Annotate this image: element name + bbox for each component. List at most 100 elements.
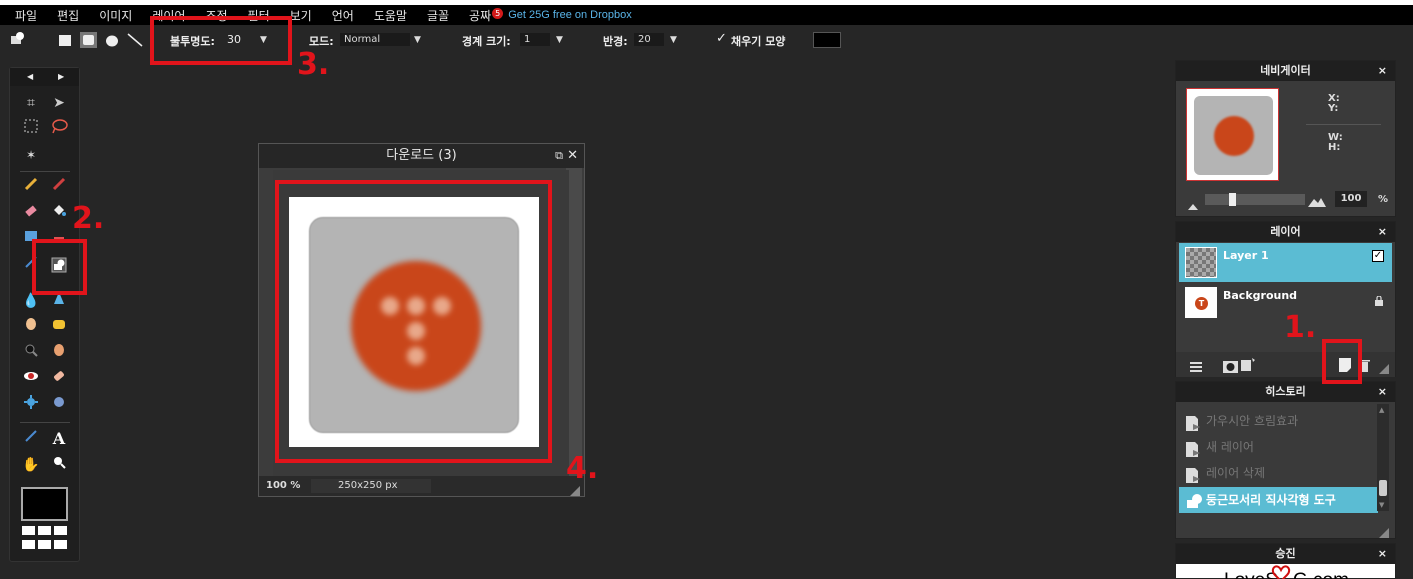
zoom-slider[interactable] (1205, 193, 1305, 206)
history-scroll-thumb[interactable] (1379, 480, 1387, 496)
layer-properties-icon[interactable] (1190, 358, 1202, 377)
fill-shape-label: 채우기 모양 (731, 35, 786, 48)
pencil-tool-icon[interactable] (20, 176, 42, 198)
history-item[interactable]: 레이어 삭제 (1176, 460, 1379, 486)
navigator-title: 네비게이터 (1260, 64, 1311, 77)
radius-input[interactable]: 20 (634, 32, 664, 46)
radius-value: 20 (634, 33, 664, 46)
promotion-title: 승진 (1275, 547, 1296, 560)
crop-tool-icon[interactable]: ⌗ (20, 92, 42, 114)
lasso-tool-icon[interactable] (48, 118, 70, 140)
history-item-selected[interactable]: 둥근모서리 직사각형 도구 (1179, 487, 1378, 513)
zoom-slider-thumb[interactable] (1229, 193, 1236, 206)
border-size-input[interactable]: 1 (520, 32, 550, 46)
menu-help[interactable]: 도움말 (374, 7, 407, 24)
eraser-tool-icon[interactable] (20, 202, 42, 224)
highlight-box-3 (150, 16, 292, 65)
toolbox-panel: ◀ ▶ ⌗ ➤ ✶ 💧 A ✋ (9, 67, 80, 562)
border-size-value: 1 (520, 33, 550, 46)
layer-mask-icon[interactable] (1223, 358, 1238, 377)
history-close-icon[interactable]: × (1378, 382, 1387, 402)
background-layer-name: Background (1223, 289, 1298, 302)
image-window-title: 다운로드 (3) (386, 148, 457, 163)
shape-square-icon[interactable] (59, 35, 73, 50)
history-resize-grip-icon[interactable] (1379, 523, 1389, 542)
dodge-tool-icon[interactable] (20, 342, 42, 364)
shape-ellipse-icon[interactable] (105, 35, 119, 50)
marquee-tool-icon[interactable] (20, 118, 42, 140)
menu-fonts[interactable]: 글꼴 (427, 7, 449, 24)
hand-tool-icon[interactable]: ✋ (20, 454, 42, 476)
magic-wand-tool-icon[interactable]: ✶ (20, 144, 42, 166)
radius-label: 반경: (603, 35, 628, 48)
menu-view[interactable]: 보기 (290, 7, 312, 24)
layer1-visibility-checkbox[interactable]: ✓ (1372, 250, 1384, 262)
scroll-up-icon[interactable]: ▲ (1379, 406, 1384, 414)
mode-select[interactable]: Normal (340, 32, 410, 46)
scroll-down-icon[interactable]: ▼ (1379, 501, 1384, 509)
background-thumb-logo: T (1195, 297, 1208, 310)
smudge-tool-icon[interactable] (20, 316, 42, 338)
mode-dropdown-icon[interactable]: ▼ (414, 35, 421, 45)
text-tool-icon[interactable]: A (48, 428, 70, 450)
zoom-value: 100 (266, 480, 287, 491)
toolbox-collapse-right-icon[interactable]: ▶ (58, 72, 64, 81)
layer1-thumbnail (1185, 247, 1217, 278)
close-icon[interactable]: ✕ (567, 148, 578, 163)
navigator-thumbnail[interactable] (1186, 88, 1279, 181)
history-titlebar: 히스토리 × (1176, 382, 1395, 402)
zoom-input[interactable]: 100 % (266, 476, 300, 496)
promotion-close-icon[interactable]: × (1378, 544, 1387, 564)
annotation-label-1: 1. (1284, 310, 1317, 345)
fill-checkbox[interactable]: ✓ (716, 31, 727, 46)
dropbox-promo-link[interactable]: Get 25G free on Dropbox (508, 9, 632, 21)
radius-dropdown-icon[interactable]: ▼ (670, 35, 677, 45)
notification-badge: 5 (492, 7, 504, 19)
fill-color-swatch[interactable] (813, 32, 841, 48)
layers-close-icon[interactable]: × (1378, 222, 1387, 242)
toolbox-collapse-left-icon[interactable]: ◀ (27, 72, 33, 81)
menu-free[interactable]: 공짜 5 (469, 7, 504, 24)
burn-tool-icon[interactable] (48, 342, 70, 364)
highlight-box-2 (32, 239, 87, 295)
color-picker-tool-icon[interactable] (20, 428, 42, 450)
navigator-thumb-logo (1214, 116, 1254, 156)
zoom-out-icon[interactable] (1188, 195, 1198, 214)
layers-resize-grip-icon[interactable] (1379, 359, 1389, 378)
zoom-tool-icon[interactable] (48, 454, 70, 476)
image-window-titlebar[interactable]: 다운로드 (3) ⧉ ✕ (259, 144, 584, 168)
bloat-tool-icon[interactable] (20, 394, 42, 416)
navigator-zoom-input[interactable]: 100 (1335, 191, 1367, 207)
spot-heal-tool-icon[interactable] (48, 368, 70, 390)
ad-banner[interactable]: LoveS G.com (1176, 564, 1395, 579)
menu-edit[interactable]: 편집 (57, 7, 79, 24)
image-status-bar: 100 % 250x250 px (259, 476, 584, 496)
pinch-tool-icon[interactable] (48, 394, 70, 416)
grid-layout-icon[interactable] (22, 526, 68, 556)
menu-image[interactable]: 이미지 (99, 7, 132, 24)
red-eye-tool-icon[interactable] (20, 368, 42, 390)
navigator-zoom-unit: % (1378, 194, 1389, 205)
history-scrollbar[interactable]: ▲ ▼ (1377, 404, 1389, 511)
foreground-color-swatch[interactable] (21, 487, 68, 521)
layer-row-layer1[interactable]: Layer 1 ✓ (1179, 243, 1392, 282)
history-item[interactable]: 새 레이어 (1176, 434, 1379, 460)
history-panel: 히스토리 × 가우시안 흐림효과 새 레이어 레이어 삭제 둥근모서리 직사각형… (1175, 381, 1396, 539)
paint-bucket-tool-icon[interactable] (48, 202, 70, 224)
move-tool-icon[interactable]: ➤ (48, 92, 70, 114)
layer-styles-icon[interactable] (1241, 357, 1255, 376)
shape-line-icon[interactable] (127, 33, 143, 50)
nav-h-label: H: (1328, 142, 1341, 153)
zoom-in-icon[interactable] (1308, 192, 1326, 211)
history-item[interactable]: 가우시안 흐림효과 (1176, 408, 1379, 434)
menu-language[interactable]: 언어 (332, 7, 354, 24)
menu-free-label: 공짜 (469, 8, 492, 23)
navigator-close-icon[interactable]: × (1378, 61, 1387, 81)
annotation-label-2: 2. (72, 201, 105, 236)
border-size-dropdown-icon[interactable]: ▼ (556, 35, 563, 45)
restore-icon[interactable]: ⧉ (555, 149, 563, 162)
shape-rounded-rect-icon[interactable] (80, 32, 98, 52)
brush-tool-icon[interactable] (48, 176, 70, 198)
sponge-tool-icon[interactable] (48, 316, 70, 338)
menu-file[interactable]: 파일 (15, 7, 37, 24)
